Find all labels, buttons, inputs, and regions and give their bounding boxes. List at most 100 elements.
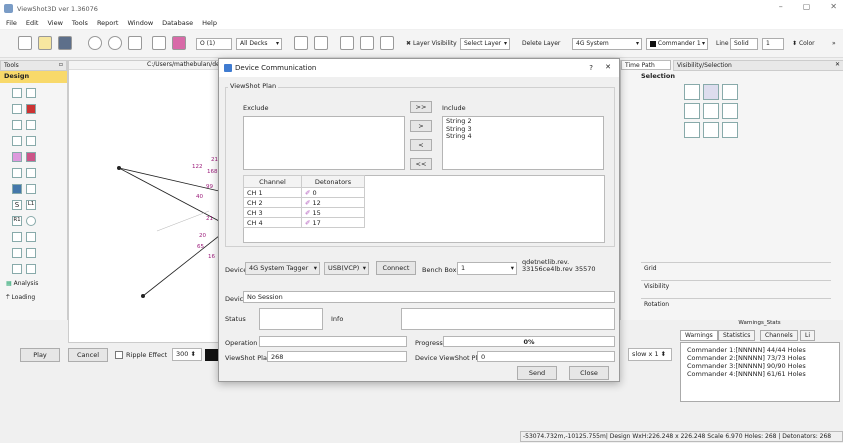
tab-statistics[interactable]: Statistics	[718, 330, 756, 341]
exclude-list[interactable]	[243, 116, 405, 170]
copy-icon[interactable]	[360, 36, 374, 50]
edit-pen-icon[interactable]: ✐	[305, 199, 310, 207]
down-tool-icon[interactable]	[12, 264, 22, 274]
ripple-value-spin[interactable]: 300 ⬍	[172, 348, 202, 361]
play-button[interactable]: Play	[20, 348, 60, 362]
info-field[interactable]	[401, 308, 615, 330]
system-select[interactable]: 4G System ▾	[572, 38, 642, 50]
line-tool-icon[interactable]	[26, 104, 36, 114]
move-right-button[interactable]: >	[410, 120, 432, 132]
menu-report[interactable]: Report	[97, 19, 119, 27]
rect-tool-icon[interactable]	[26, 88, 36, 98]
menu-tools[interactable]: Tools	[72, 19, 88, 27]
dock-float-icon[interactable]: ▫	[59, 61, 63, 68]
l1-tool-icon[interactable]: L1	[26, 200, 36, 210]
device-select[interactable]: 4G System Tagger ▾	[245, 262, 320, 275]
table-row[interactable]: CH 4 ✐ 17	[243, 217, 365, 228]
time-path-tab[interactable]: Time Path	[621, 60, 671, 70]
connect-button[interactable]: Connect	[376, 261, 416, 275]
point-tool-icon[interactable]	[12, 104, 22, 114]
pan-hand-icon[interactable]	[128, 36, 142, 50]
color-swatch[interactable]	[205, 349, 218, 361]
flower-icon[interactable]	[172, 36, 186, 50]
port-select[interactable]: USB(VCP) ▾	[324, 262, 369, 275]
tab-channels[interactable]: Channels	[760, 330, 798, 341]
paste-icon[interactable]	[380, 36, 394, 50]
help-button[interactable]: ?	[589, 64, 593, 72]
zoom-in-icon[interactable]	[88, 36, 102, 50]
stack-tool-icon[interactable]	[26, 168, 36, 178]
select-string-icon[interactable]	[703, 103, 719, 119]
menu-file[interactable]: File	[6, 19, 17, 27]
status-field[interactable]	[259, 308, 323, 330]
tab-warnings[interactable]: Warnings	[680, 330, 718, 341]
open-folder-icon[interactable]	[38, 36, 52, 50]
menu-edit[interactable]: Edit	[26, 19, 39, 27]
redo-icon[interactable]	[314, 36, 328, 50]
delete-layer-button[interactable]: Delete Layer	[522, 40, 560, 47]
diagonal-tool-icon[interactable]	[26, 120, 36, 130]
pattern-tool-icon[interactable]	[12, 152, 22, 162]
speed-select[interactable]: slow x 1 ⬍	[628, 348, 672, 361]
rotation-section[interactable]: Rotation	[641, 298, 831, 309]
device-plan-field[interactable]: 0	[477, 351, 615, 362]
visibility-section[interactable]: Visibility	[641, 280, 831, 291]
close-icon[interactable]: ✕	[830, 2, 837, 11]
plan-field[interactable]: 268	[267, 351, 407, 362]
color-button[interactable]: ⬍ Color	[792, 40, 815, 47]
menu-database[interactable]: Database	[162, 19, 193, 27]
grid-icon[interactable]	[152, 36, 166, 50]
menu-view[interactable]: View	[47, 19, 62, 27]
ripple-effect-checkbox[interactable]	[115, 351, 123, 359]
session-field[interactable]: No Session	[243, 291, 615, 303]
decks-select[interactable]: All Decks ▾	[236, 38, 282, 50]
select-hole-icon[interactable]	[703, 84, 719, 100]
r1-tool-icon[interactable]: R1	[12, 216, 22, 226]
layer-visibility-button[interactable]: ✖ Layer Visibility	[406, 40, 457, 47]
maximize-icon[interactable]: ▢	[803, 2, 811, 11]
include-item[interactable]: String 4	[446, 132, 600, 141]
analysis-section[interactable]: ▦ Analysis	[2, 278, 66, 290]
close-button[interactable]: Close	[569, 366, 609, 380]
new-file-icon[interactable]	[18, 36, 32, 50]
select-group-icon[interactable]	[703, 122, 719, 138]
s-tool-icon[interactable]: S	[12, 200, 22, 210]
connector-tool-icon[interactable]	[26, 248, 36, 258]
block-tool-icon[interactable]	[26, 152, 36, 162]
hatch-tool-icon[interactable]	[26, 136, 36, 146]
line-width-spin[interactable]: 1	[762, 38, 784, 50]
menu-window[interactable]: Window	[128, 19, 154, 27]
a-tool-icon[interactable]	[26, 232, 36, 242]
save-icon[interactable]	[58, 36, 72, 50]
select-layer-combo[interactable]: Select Layer ▾	[460, 38, 510, 50]
operation-field[interactable]	[259, 336, 407, 347]
grid-section[interactable]: Grid	[641, 262, 831, 273]
bench-box-select[interactable]: 1 ▾	[457, 262, 517, 275]
dock-close-icon[interactable]: ✕	[835, 61, 840, 68]
include-list[interactable]: String 2 String 3 String 4	[442, 116, 604, 170]
select-delay-icon[interactable]	[684, 122, 700, 138]
select-inverse-icon[interactable]	[722, 122, 738, 138]
layer-tool-icon[interactable]	[12, 168, 22, 178]
move-all-left-button[interactable]: <<	[410, 158, 432, 170]
toolbar-overflow-icon[interactable]: »	[832, 40, 836, 47]
select-detonator-icon[interactable]	[722, 84, 738, 100]
figure-tool-icon[interactable]	[12, 120, 22, 130]
zoom-combo[interactable]: O (1)	[196, 38, 232, 50]
select-line-icon[interactable]	[722, 103, 738, 119]
diamond-tool-icon[interactable]	[26, 264, 36, 274]
move-tool-icon[interactable]	[12, 184, 22, 194]
commander-select[interactable]: Commander 1 ▾	[646, 38, 708, 50]
select-tool-icon[interactable]	[12, 88, 22, 98]
timing-tool-icon[interactable]	[12, 248, 22, 258]
send-button[interactable]: Send	[517, 366, 557, 380]
menu-help[interactable]: Help	[202, 19, 217, 27]
cancel-button[interactable]: Cancel	[68, 348, 108, 362]
move-left-button[interactable]: <	[410, 139, 432, 151]
minimize-icon[interactable]: –	[779, 2, 783, 11]
select-row-icon[interactable]	[684, 103, 700, 119]
dialog-close-icon[interactable]: ✕	[605, 63, 611, 71]
circle-tool-icon[interactable]	[26, 216, 36, 226]
copy-tool-icon[interactable]	[26, 184, 36, 194]
table-row[interactable]: CH 1 ✐ 0	[243, 187, 365, 198]
